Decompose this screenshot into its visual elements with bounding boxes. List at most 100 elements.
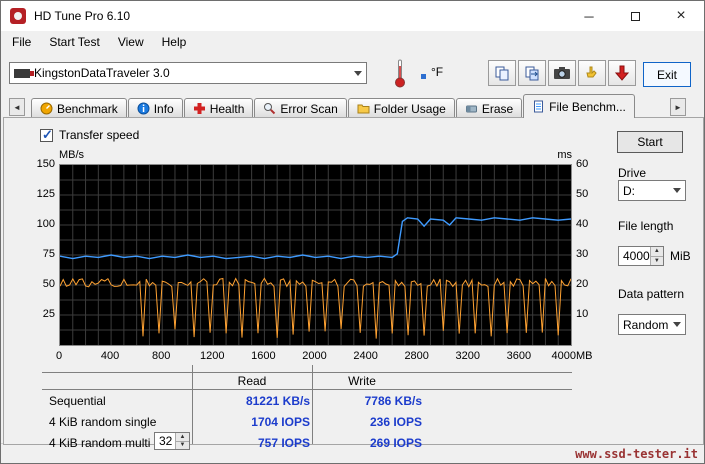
spin-up-button[interactable]: ▲ [176, 433, 189, 441]
exit-button[interactable]: Exit [643, 62, 691, 87]
x-tick-label: 0 [55, 350, 63, 362]
maximize-icon [630, 11, 640, 21]
y-right-tick-label: 30 [576, 248, 589, 260]
spin-down-button[interactable]: ▼ [176, 440, 189, 449]
tab-label: Folder Usage [373, 101, 446, 116]
tab-error-scan[interactable]: Error Scan [254, 98, 347, 118]
usb-drive-icon [14, 68, 34, 78]
red-down-arrow-icon [615, 65, 629, 81]
chevron-down-icon[interactable] [669, 181, 685, 200]
temperature-marker-icon [421, 74, 426, 79]
y-right-tick-label: 40 [576, 218, 589, 230]
copy-image-button[interactable] [518, 60, 546, 86]
spin-down-button[interactable]: ▼ [650, 255, 663, 265]
eraser-icon [465, 105, 477, 113]
x-tick-label: 2000 [302, 350, 327, 362]
screenshot-button[interactable] [548, 60, 576, 86]
data-pattern-value: Random [623, 317, 669, 332]
queue-depth-spinner[interactable]: 32 ▲ ▼ [154, 432, 190, 450]
tab-file-benchmark[interactable]: File Benchm... [523, 94, 635, 118]
donate-button[interactable] [578, 60, 606, 86]
y-left-tick-label: 150 [36, 158, 55, 170]
start-button[interactable]: Start [617, 131, 683, 153]
update-download-button[interactable] [608, 60, 636, 86]
y-right-tick-label: 10 [576, 308, 589, 320]
folder-icon [357, 104, 370, 114]
x-tick-label: 400 [100, 350, 120, 362]
row-label-random-multi: 4 KiB random multi [49, 436, 151, 450]
x-tick-label: 3600 [506, 350, 532, 362]
file-benchmark-page: ✓ Transfer speed MB/s ms Start Drive D: … [3, 117, 704, 450]
y-left-tick-label: 100 [36, 218, 55, 230]
transfer-speed-label: Transfer speed [59, 128, 140, 142]
benchmark-chart [59, 164, 572, 346]
tab-folder-usage[interactable]: Folder Usage [347, 98, 455, 118]
random-single-read-value: 1704 IOPS [251, 415, 310, 429]
x-tick-label: 3200 [455, 350, 481, 362]
tab-info[interactable]: Info [127, 98, 183, 118]
tab-label: Error Scan [280, 101, 338, 116]
tab-label: File Benchm... [549, 99, 626, 114]
minimize-button[interactable]: ─ [566, 1, 612, 31]
x-tick-label: 2800 [404, 350, 429, 362]
drive-select[interactable]: D: [618, 180, 686, 201]
chart-canvas [60, 165, 571, 345]
transfer-speed-checkbox[interactable]: ✓ Transfer speed [40, 126, 140, 142]
menu-start-test[interactable]: Start Test [40, 33, 108, 51]
sequential-write-value: 7786 KB/s [364, 394, 422, 408]
file-length-unit: MiB [670, 249, 691, 263]
chevron-down-icon[interactable] [350, 63, 366, 83]
device-select[interactable]: KingstonDataTraveler 3.0 [9, 62, 367, 84]
y-left-tick-label: 75 [42, 248, 55, 260]
file-benchmark-icon [534, 100, 544, 113]
file-length-label: File length [618, 219, 674, 233]
data-pattern-select[interactable]: Random [618, 314, 686, 335]
file-length-spinner[interactable]: 4000 ▲ ▼ [618, 246, 664, 266]
spin-up-button[interactable]: ▲ [650, 247, 663, 256]
y-left-tick-label: 125 [36, 188, 55, 200]
menu-help[interactable]: Help [153, 33, 196, 51]
tab-label: Info [153, 101, 174, 116]
file-length-value[interactable]: 4000 [619, 247, 650, 265]
row-label-sequential: Sequential [49, 394, 106, 408]
y-right-tick-label: 60 [576, 158, 589, 170]
magnifier-icon [264, 103, 276, 115]
tab-erase[interactable]: Erase [455, 98, 523, 118]
random-multi-read-value: 757 IOPS [257, 436, 310, 450]
info-icon [137, 102, 150, 115]
chevron-down-icon[interactable] [669, 315, 685, 334]
health-cross-icon [193, 103, 205, 114]
tab-scroll-left-button[interactable]: ◄ [9, 98, 25, 116]
tab-label: Erase [481, 101, 514, 116]
tab-label: Benchmark [57, 101, 118, 116]
y-right-tick-label: 20 [576, 278, 589, 290]
tab-benchmark[interactable]: Benchmark [31, 98, 127, 118]
app-icon [10, 8, 26, 24]
titlebar: HD Tune Pro 6.10 ─ × [1, 1, 704, 31]
drive-select-value: D: [623, 183, 635, 198]
close-button[interactable]: × [658, 1, 704, 31]
maximize-button[interactable] [612, 1, 658, 31]
menu-file[interactable]: File [3, 33, 40, 51]
column-header-write: Write [348, 374, 376, 388]
device-select-value: KingstonDataTraveler 3.0 [34, 66, 170, 80]
menu-view[interactable]: View [109, 33, 153, 51]
x-tick-label: 4000MB [551, 350, 593, 362]
y-axis-right-unit: ms [557, 149, 572, 161]
hd-tune-window: HD Tune Pro 6.10 ─ × File Start Test Vie… [0, 0, 705, 464]
thermometer-icon [395, 59, 405, 88]
tab-health[interactable]: Health [183, 98, 254, 118]
checkbox-box[interactable]: ✓ [40, 126, 53, 142]
status-watermark: www.ssd-tester.it [575, 446, 698, 461]
random-single-write-value: 236 IOPS [369, 415, 422, 429]
tabbar: ◄ Benchmark Info Health Error Scan Folde… [1, 94, 704, 118]
queue-depth-value[interactable]: 32 [155, 433, 175, 449]
camera-icon [554, 67, 570, 79]
row-label-random-single: 4 KiB random single [49, 415, 157, 429]
drive-label: Drive [618, 166, 647, 180]
y-right-tick-label: 50 [576, 188, 589, 200]
tab-scroll-right-button[interactable]: ► [670, 98, 686, 116]
toolbar: KingstonDataTraveler 3.0 °F Exit [1, 52, 704, 94]
copy-text-button[interactable] [488, 60, 516, 86]
checkmark-icon: ✓ [42, 126, 53, 142]
